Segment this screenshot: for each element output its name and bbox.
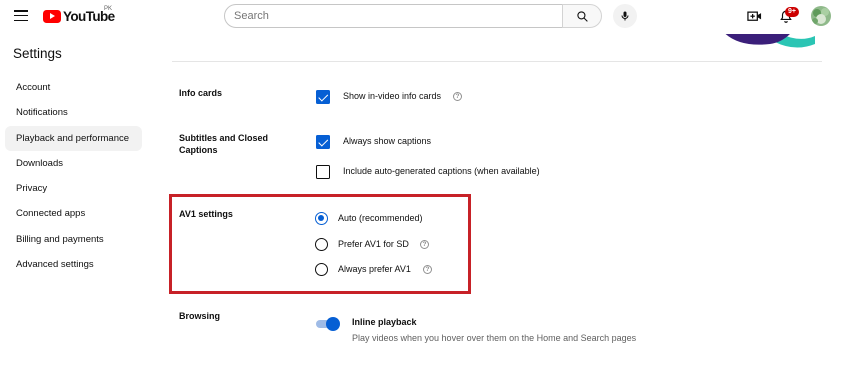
auto-generated-captions-checkbox[interactable]: [316, 165, 330, 179]
auto-generated-captions-label: Include auto-generated captions (when av…: [343, 166, 540, 176]
sidebar-item-billing-and-payments[interactable]: Billing and payments: [5, 227, 142, 252]
av1-auto-label: Auto (recommended): [338, 213, 423, 223]
search-box: [224, 4, 563, 28]
info-cards-option-label: Show in-video info cards: [343, 91, 442, 101]
youtube-logo-icon: [43, 9, 61, 23]
subtitles-label: Subtitles and Closed Captions: [179, 133, 269, 155]
toggle-knob: [326, 317, 340, 331]
sidebar-item-playback-and-performance[interactable]: Playback and performance: [5, 126, 142, 151]
inline-playback-title: Inline playback: [352, 317, 417, 327]
sidebar-title: Settings: [13, 46, 62, 61]
country-code: PK: [104, 6, 113, 12]
voice-search-button[interactable]: [613, 4, 637, 28]
inline-playback-description: Play videos when you hover over them on …: [352, 333, 637, 343]
search-button[interactable]: [562, 4, 602, 28]
browsing-label: Browsing: [179, 311, 221, 321]
sidebar-item-privacy[interactable]: Privacy: [5, 176, 142, 201]
create-icon: [746, 11, 761, 21]
sidebar-item-downloads[interactable]: Downloads: [5, 151, 142, 176]
av1-prefer-sd-radio[interactable]: [315, 238, 328, 251]
sidebar-item-account[interactable]: Account: [5, 75, 142, 100]
av1-always-prefer-label: Always prefer AV1: [338, 264, 411, 274]
help-icon[interactable]: ?: [453, 92, 462, 101]
sidebar-item-advanced-settings[interactable]: Advanced settings: [5, 252, 142, 277]
av1-prefer-sd-label: Prefer AV1 for SD: [338, 239, 409, 249]
info-cards-checkbox[interactable]: [316, 90, 330, 104]
inline-playback-toggle[interactable]: [316, 317, 340, 331]
search-icon: [576, 10, 588, 22]
always-show-captions-checkbox[interactable]: [316, 135, 330, 149]
avatar[interactable]: [811, 6, 831, 26]
always-show-captions-label: Always show captions: [343, 136, 432, 146]
help-icon[interactable]: ?: [420, 240, 429, 249]
sidebar-item-notifications[interactable]: Notifications: [5, 100, 142, 125]
masthead: YouTube PK 9+: [0, 0, 850, 32]
mic-icon: [621, 11, 629, 21]
sidebar-item-connected-apps[interactable]: Connected apps: [5, 201, 142, 226]
help-icon[interactable]: ?: [423, 265, 432, 274]
av1-settings-label: AV1 settings: [179, 209, 233, 219]
create-button[interactable]: [744, 6, 764, 26]
menu-icon[interactable]: [14, 10, 28, 22]
divider: [172, 61, 822, 62]
av1-always-prefer-radio[interactable]: [315, 263, 328, 276]
av1-auto-radio[interactable]: [315, 212, 328, 225]
banner-illustration: [715, 34, 815, 50]
search-input[interactable]: [225, 5, 562, 27]
notification-badge: 9+: [785, 7, 799, 17]
info-cards-label: Info cards: [179, 88, 223, 98]
